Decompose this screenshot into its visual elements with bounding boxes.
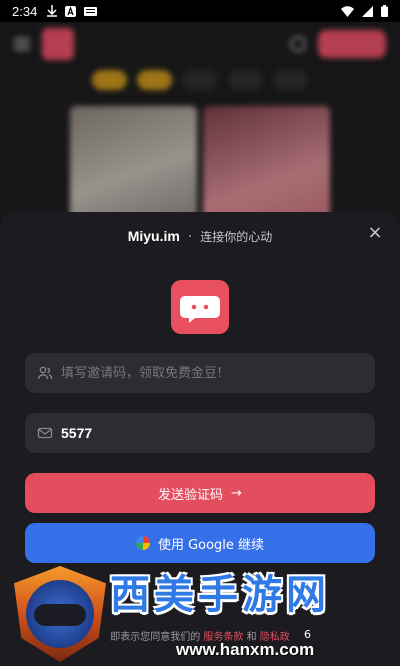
miyu-logo <box>171 280 229 334</box>
download-icon <box>47 5 58 17</box>
wifi-icon <box>341 5 354 17</box>
notification-a-icon <box>65 5 77 17</box>
status-bar: 2:34 <box>0 0 400 22</box>
email-input[interactable] <box>61 425 363 441</box>
arrow-right-icon: → <box>231 485 242 501</box>
email-field[interactable] <box>25 413 375 453</box>
sheet-title: Miyu.im · 连接你的心动 <box>0 228 400 245</box>
terms-text: 即表示您同意我们的 服务条款 和 隐私政 <box>110 632 290 643</box>
category-chips <box>0 64 400 96</box>
keyboard-icon <box>84 6 98 16</box>
users-icon <box>37 366 53 380</box>
mail-icon <box>37 427 53 439</box>
battery-icon <box>381 5 388 17</box>
close-button[interactable]: × <box>364 222 386 244</box>
invite-code-field[interactable] <box>25 353 375 393</box>
app-logo <box>42 28 74 60</box>
title-separator: · <box>187 230 193 245</box>
google-continue-button[interactable]: 使用 Google 继续 <box>25 523 375 563</box>
invite-code-input[interactable] <box>61 365 363 381</box>
search-icon <box>290 36 306 52</box>
privacy-policy-link[interactable]: 隐私政 <box>260 632 290 643</box>
chat-bubble-logo-icon <box>180 296 220 323</box>
vip-button <box>318 30 386 58</box>
brand-tagline: 连接你的心动 <box>200 230 273 244</box>
signal-icon <box>362 5 373 17</box>
send-code-button[interactable]: 发送验证码 → <box>25 473 375 513</box>
brand-name: Miyu.im <box>127 228 180 244</box>
terms-of-service-link[interactable]: 服务条款 <box>203 632 243 643</box>
menu-icon <box>14 38 30 50</box>
status-time: 2:34 <box>12 3 38 19</box>
login-sheet: Miyu.im · 连接你的心动 × 发送验证码 → 使用 Google 继续 <box>0 212 400 666</box>
google-continue-label: 使用 Google 继续 <box>157 537 265 553</box>
google-icon <box>135 536 150 550</box>
send-code-label: 发送验证码 <box>158 487 224 503</box>
